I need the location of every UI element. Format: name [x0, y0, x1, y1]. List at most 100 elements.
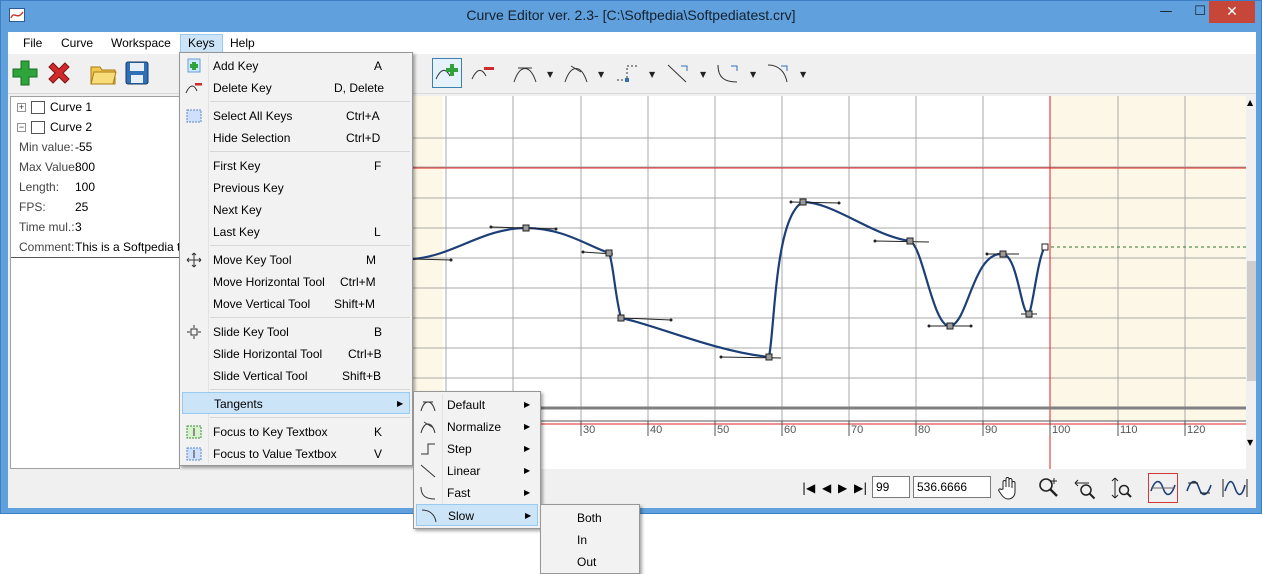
minimize-button[interactable]: —	[1149, 1, 1183, 23]
tangent-item-step[interactable]: Step ▶	[416, 438, 538, 460]
next-key-button[interactable]: ▶	[838, 481, 847, 495]
menu-item-add-key[interactable]: Add Key A	[182, 55, 410, 77]
tangents-view-icon	[1186, 480, 1212, 496]
curve-tree-panel: + Curve 1 − Curve 2 Min value: -55 Max Valu…	[10, 96, 180, 469]
curve-icon	[31, 121, 45, 135]
slow-item-out[interactable]: Out	[543, 551, 637, 573]
x-tick-100: 100	[1052, 424, 1070, 436]
curve-view-icon	[1150, 480, 1176, 496]
tangent-fast-dropdown[interactable]: ▼	[750, 70, 756, 79]
menu-item-move-key-tool[interactable]: Move Key Tool M	[182, 249, 410, 271]
tangent-linear-icon	[419, 463, 437, 479]
scroll-down-arrow-icon[interactable]: ▼	[1247, 438, 1253, 447]
tangent-fast-icon	[717, 64, 738, 83]
tangent-normalize-icon	[419, 419, 437, 435]
x-tick-40: 40	[650, 424, 662, 436]
last-key-button[interactable]: ▶|	[854, 481, 867, 495]
menu-item-focus-key-textbox[interactable]: Focus to Key Textbox K	[182, 421, 410, 443]
previous-key-button[interactable]: ◀	[822, 481, 831, 495]
delete-key-tool[interactable]	[468, 58, 498, 88]
menu-item-move-horizontal-tool[interactable]: Move Horizontal Tool Ctrl+M	[182, 271, 410, 293]
plus-icon	[12, 60, 38, 86]
menu-curve[interactable]: Curve	[54, 34, 100, 53]
tangent-item-fast[interactable]: Fast ▶	[416, 482, 538, 504]
zoom-vertical-button[interactable]	[1106, 473, 1136, 503]
menu-item-focus-value-textbox[interactable]: Focus to Value Textbox V	[182, 443, 410, 465]
x-tick-110: 110	[1120, 424, 1138, 436]
tangent-linear-tool[interactable]	[663, 58, 693, 88]
folder-icon	[90, 66, 117, 85]
tangent-linear-dropdown[interactable]: ▼	[700, 70, 706, 79]
tangent-slow-tool[interactable]	[763, 58, 793, 88]
save-file-button[interactable]	[122, 58, 152, 88]
tree-item-curve-1[interactable]: + Curve 1	[17, 99, 92, 115]
prop-length: Length: 100	[19, 180, 96, 194]
slow-item-in[interactable]: In	[543, 529, 637, 551]
tangent-normalize-dropdown[interactable]: ▼	[598, 70, 604, 79]
menu-file[interactable]: File	[16, 34, 49, 53]
x-tick-90: 90	[985, 424, 997, 436]
menu-item-previous-key[interactable]: Previous Key	[182, 177, 410, 199]
menu-item-hide-selection[interactable]: Hide Selection Ctrl+D	[182, 127, 410, 149]
key-value-textbox[interactable]: 536.6666	[913, 476, 991, 498]
menu-item-slide-key-tool[interactable]: Slide Key Tool B	[182, 321, 410, 343]
graph-vertical-scrollbar[interactable]: ▲ ▼	[1246, 96, 1256, 452]
fit-view-icon	[1222, 479, 1248, 497]
view-tangents-button[interactable]	[1184, 473, 1214, 503]
menu-keys[interactable]: Keys	[180, 34, 223, 53]
close-button[interactable]: ✕	[1209, 1, 1255, 23]
zoom-vertical-icon	[1111, 477, 1132, 499]
tangent-item-slow[interactable]: Slow ▶	[416, 504, 538, 526]
tangent-slow-dropdown[interactable]: ▼	[800, 70, 806, 79]
tangent-item-normalize[interactable]: Normalize ▶	[416, 416, 538, 438]
add-key-icon	[185, 58, 203, 74]
first-key-button[interactable]: |◀	[802, 481, 815, 495]
scroll-up-arrow-icon[interactable]: ▲	[1247, 98, 1253, 107]
tangent-step-dropdown[interactable]: ▼	[649, 70, 655, 79]
tangent-default-dropdown[interactable]: ▼	[547, 70, 553, 79]
menu-workspace[interactable]: Workspace	[104, 34, 178, 53]
zoom-horizontal-button[interactable]	[1070, 473, 1100, 503]
delete-key-curve-icon	[471, 67, 494, 80]
menu-item-first-key[interactable]: First Key F	[182, 155, 410, 177]
menu-item-slide-vertical-tool[interactable]: Slide Vertical Tool Shift+B	[182, 365, 410, 387]
tangent-default-tool[interactable]	[510, 58, 540, 88]
tangent-normalize-tool[interactable]	[561, 58, 591, 88]
menu-item-move-vertical-tool[interactable]: Move Vertical Tool Shift+M	[182, 293, 410, 315]
menu-item-last-key[interactable]: Last Key L	[182, 221, 410, 243]
scroll-thumb[interactable]	[1247, 261, 1256, 381]
menu-help[interactable]: Help	[223, 34, 262, 53]
keys-menu: Add Key A Delete Key D, Delete Select All …	[179, 52, 413, 466]
tangent-item-default[interactable]: Default ▶	[416, 394, 538, 416]
menu-item-slide-horizontal-tool[interactable]: Slide Horizontal Tool Ctrl+B	[182, 343, 410, 365]
pan-hand-button[interactable]	[994, 473, 1024, 503]
tangent-normalize-icon	[564, 65, 588, 83]
key-frame-textbox[interactable]: 99	[872, 476, 910, 498]
zoom-button[interactable]	[1034, 473, 1064, 503]
expand-plus-icon[interactable]: +	[17, 103, 26, 113]
slide-arrows-icon	[185, 324, 203, 340]
menu-item-tangents[interactable]: Tangents ▶	[182, 392, 410, 414]
menu-item-select-all-keys[interactable]: Select All Keys Ctrl+A	[182, 105, 410, 127]
tangent-slow-icon	[767, 64, 788, 83]
x-tick-30: 30	[583, 424, 595, 436]
add-key-tool[interactable]	[432, 58, 462, 88]
submenu-arrow-icon: ▶	[397, 399, 404, 408]
tangent-item-linear[interactable]: Linear ▶	[416, 460, 538, 482]
bottom-bar: |◀ ◀ ▶ ▶| 99 536.6666	[8, 469, 1256, 508]
slow-item-both[interactable]: Both	[543, 507, 637, 529]
delete-curve-button[interactable]	[44, 58, 74, 88]
tree-item-curve-2[interactable]: − Curve 2	[17, 119, 92, 135]
collapse-minus-icon[interactable]: −	[17, 123, 26, 133]
view-fit-button[interactable]	[1220, 473, 1250, 503]
open-file-button[interactable]	[88, 58, 118, 88]
tangent-fast-tool[interactable]	[713, 58, 743, 88]
menu-item-delete-key[interactable]: Delete Key D, Delete	[182, 77, 410, 99]
tangent-step-tool[interactable]	[612, 58, 642, 88]
menu-item-next-key[interactable]: Next Key	[182, 199, 410, 221]
tangent-default-icon	[419, 397, 437, 413]
magnifier-zoom-icon	[1039, 478, 1058, 497]
view-curve-button[interactable]	[1148, 473, 1178, 503]
new-curve-button[interactable]	[10, 58, 40, 88]
prop-fps: FPS: 25	[19, 200, 89, 214]
